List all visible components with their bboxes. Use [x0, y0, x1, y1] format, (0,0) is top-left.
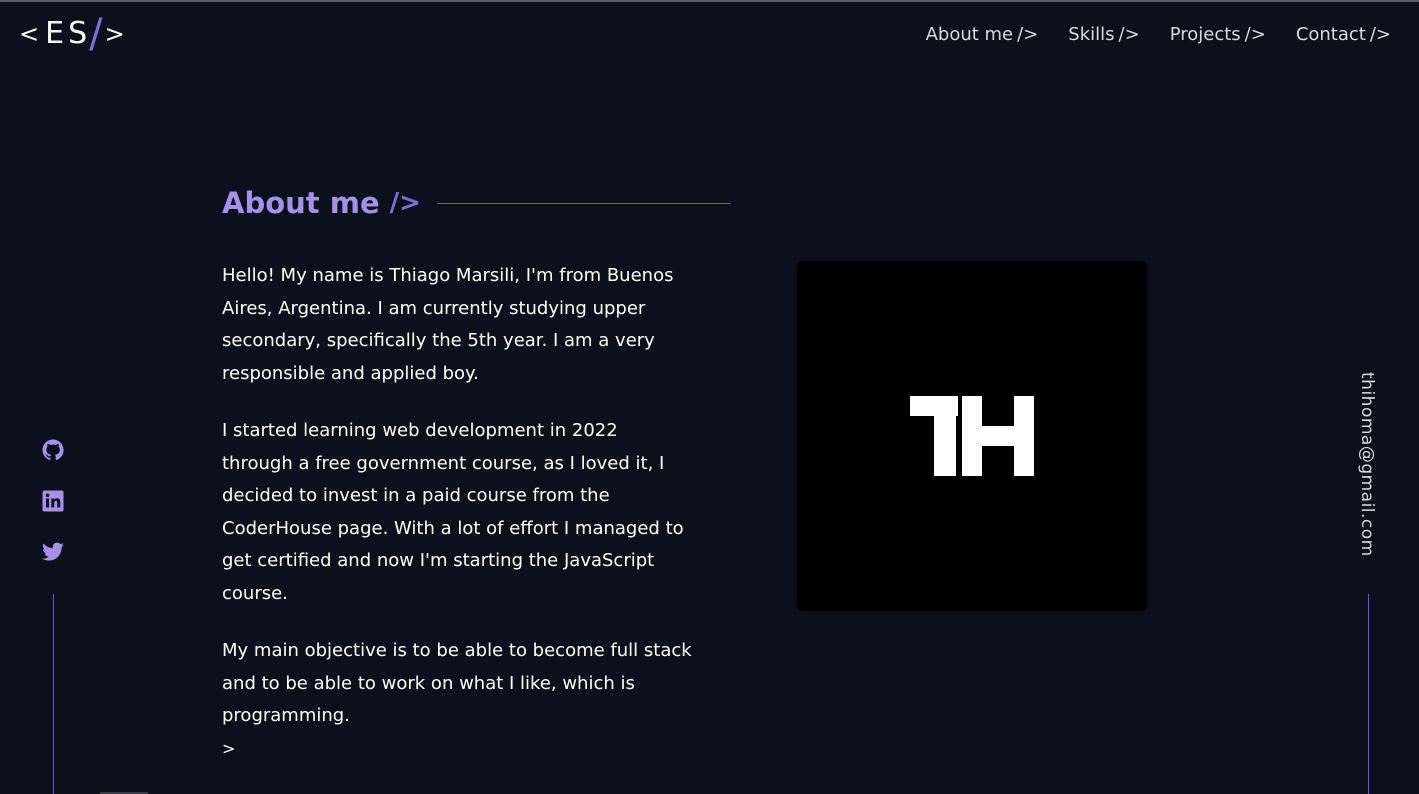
nav-link-label: Projects	[1169, 24, 1241, 45]
right-vertical-line	[1368, 594, 1369, 794]
left-vertical-line	[53, 594, 54, 794]
github-icon[interactable]	[41, 438, 65, 462]
email-link[interactable]: thihoma@gmail.com	[1357, 372, 1377, 557]
monogram-logo	[910, 396, 1034, 476]
trailing-chevron: >	[222, 738, 236, 758]
section-title-suffix: />	[389, 188, 421, 218]
nav-link-suffix: />	[1118, 24, 1140, 45]
page: < ES / > About me/> Skills/> Projects/> …	[0, 0, 1419, 794]
about-paragraph: I started learning web development in 20…	[222, 420, 684, 604]
profile-image	[797, 261, 1147, 611]
nav-link-suffix: />	[1017, 24, 1039, 45]
nav-link-skills[interactable]: Skills/>	[1068, 24, 1139, 45]
logo-letters: ES	[45, 16, 92, 51]
nav-link-label: Skills	[1068, 24, 1115, 45]
about-paragraph: My main objective is to be able to becom…	[222, 640, 692, 726]
nav-link-label: Contact	[1295, 24, 1366, 45]
about-paragraph: Hello! My name is Thiago Marsili, I'm fr…	[222, 265, 674, 384]
nav-link-suffix: />	[1369, 24, 1391, 45]
logo-slash: /	[89, 11, 103, 57]
linkedin-icon[interactable]	[41, 489, 65, 513]
heading-divider	[436, 202, 731, 204]
about-heading: About me />	[222, 186, 731, 220]
nav-link-label: About me	[925, 24, 1014, 45]
main-nav: About me/> Skills/> Projects/> Contact/>	[926, 24, 1391, 45]
nav-link-projects[interactable]: Projects/>	[1170, 24, 1266, 45]
logo-open-bracket: <	[19, 20, 40, 48]
site-logo[interactable]: < ES / >	[19, 14, 125, 54]
twitter-icon[interactable]	[41, 540, 65, 564]
social-links	[40, 438, 66, 564]
nav-link-suffix: />	[1244, 24, 1266, 45]
logo-close-bracket: >	[104, 20, 125, 48]
nav-link-about[interactable]: About me/>	[926, 24, 1039, 45]
about-content: Hello! My name is Thiago Marsili, I'm fr…	[222, 260, 692, 758]
nav-link-contact[interactable]: Contact/>	[1296, 24, 1391, 45]
section-title: About me	[222, 186, 380, 220]
